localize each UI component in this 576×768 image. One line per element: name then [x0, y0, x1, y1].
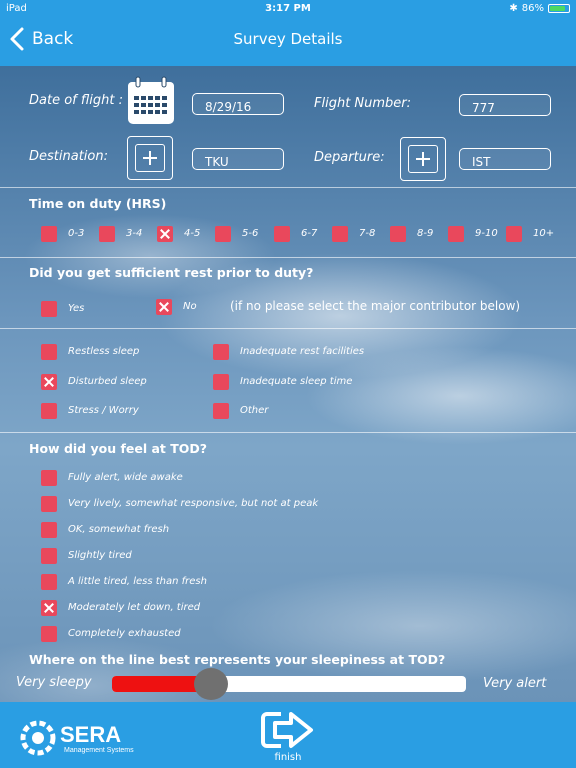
exit-arrow-icon: [261, 712, 313, 748]
departure-label: Departure:: [314, 150, 385, 165]
destination-label: Destination:: [29, 149, 108, 164]
rest-question-title: Did you get sufficient rest prior to dut…: [29, 265, 314, 280]
very-sleepy-label: Very sleepy: [16, 675, 92, 690]
duty-label-7-8: 7-8: [359, 228, 376, 239]
battery-percent: 86%: [521, 3, 544, 14]
feel-checkbox[interactable]: [41, 522, 57, 538]
battery-fill: [550, 6, 566, 11]
feel-checkbox[interactable]: [41, 496, 57, 512]
duty-checkbox-4-5[interactable]: [157, 226, 173, 242]
rest-note: (if no please select the major contribut…: [230, 299, 521, 313]
duty-label-8-9: 8-9: [417, 228, 434, 239]
contributor-label: Inadequate sleep time: [240, 376, 353, 387]
duty-checkbox-6-7[interactable]: [274, 226, 290, 242]
calendar-icon[interactable]: [126, 76, 176, 126]
feel-checkbox[interactable]: [41, 548, 57, 564]
flight-number-label: Flight Number:: [314, 96, 412, 111]
duty-checkbox-3-4[interactable]: [99, 226, 115, 242]
status-bar: iPad 3:17 PM ✱ 86%: [0, 0, 576, 18]
sleepiness-slider-track[interactable]: [112, 676, 466, 692]
duty-checkbox-7-8[interactable]: [332, 226, 348, 242]
flight-number-field[interactable]: 777: [459, 94, 551, 116]
plus-icon: [408, 145, 438, 173]
duty-checkbox-5-6[interactable]: [215, 226, 231, 242]
duty-label-5-6: 5-6: [242, 228, 259, 239]
feel-label: OK, somewhat fresh: [68, 524, 170, 535]
plus-icon: [135, 144, 165, 172]
status-right: ✱ 86%: [509, 3, 570, 14]
contributor-label: Inadequate rest facilities: [240, 346, 365, 357]
duty-label-3-4: 3-4: [126, 228, 143, 239]
feel-label: Moderately let down, tired: [68, 602, 201, 613]
sleepiness-slider-knob[interactable]: [194, 668, 229, 700]
contributor-label: Restless sleep: [68, 346, 140, 357]
logo-text: SERA: [60, 722, 121, 747]
duty-label-6-7: 6-7: [301, 228, 318, 239]
sera-logo: SERA Management Systems: [20, 720, 134, 756]
feel-checkbox[interactable]: [41, 626, 57, 642]
logo-subtext: Management Systems: [64, 747, 134, 754]
duty-checkbox-8-9[interactable]: [390, 226, 406, 242]
rest-yes-label: Yes: [68, 303, 85, 314]
feel-label: Completely exhausted: [68, 628, 181, 639]
destination-field[interactable]: TKU: [192, 148, 284, 170]
feel-label: A little tired, less than fresh: [68, 576, 207, 587]
contributor-checkbox[interactable]: [213, 374, 229, 390]
divider: [0, 257, 576, 258]
contributor-label: Stress / Worry: [68, 405, 139, 416]
very-alert-label: Very alert: [483, 676, 547, 691]
divider: [0, 432, 576, 433]
add-destination-button[interactable]: [127, 136, 173, 180]
duty-label-0-3: 0-3: [68, 228, 85, 239]
duty-label-4-5: 4-5: [184, 228, 201, 239]
feel-label: Slightly tired: [68, 550, 132, 561]
sleepiness-question-title: Where on the line best represents your s…: [29, 652, 446, 667]
contributor-label: Other: [240, 405, 269, 416]
duty-checkbox-9-10[interactable]: [448, 226, 464, 242]
duty-label-9-10: 9-10: [475, 228, 498, 239]
contributor-checkbox[interactable]: [213, 344, 229, 360]
finish-label: finish: [274, 752, 302, 763]
feel-checkbox[interactable]: [41, 600, 57, 616]
feel-label: Very lively, somewhat responsive, but no…: [68, 498, 319, 509]
contributor-checkbox[interactable]: [41, 403, 57, 419]
feel-question-title: How did you feel at TOD?: [29, 441, 208, 456]
rest-no-checkbox[interactable]: [156, 299, 172, 315]
duty-checkbox-0-3[interactable]: [41, 226, 57, 242]
divider: [0, 328, 576, 329]
departure-field[interactable]: IST: [459, 148, 551, 170]
duty-checkbox-10+[interactable]: [506, 226, 522, 242]
date-of-flight-label: Date of flight :: [29, 93, 123, 108]
add-departure-button[interactable]: [400, 137, 446, 181]
feel-checkbox[interactable]: [41, 574, 57, 590]
page-title: Survey Details: [233, 30, 343, 48]
contributor-checkbox[interactable]: [41, 374, 57, 390]
contributor-checkbox[interactable]: [213, 403, 229, 419]
contributor-checkbox[interactable]: [41, 344, 57, 360]
bluetooth-icon: ✱: [509, 3, 518, 14]
rest-yes-checkbox[interactable]: [41, 301, 57, 317]
clock: 3:17 PM: [265, 3, 311, 14]
rest-no-label: No: [183, 301, 197, 312]
battery-icon: [548, 4, 570, 13]
divider: [0, 187, 576, 188]
feel-checkbox[interactable]: [41, 470, 57, 486]
date-field[interactable]: 8/29/16: [192, 93, 284, 115]
contributor-label: Disturbed sleep: [68, 376, 147, 387]
top-bar: iPad 3:17 PM ✱ 86% Back Survey Details: [0, 0, 576, 66]
time-on-duty-title: Time on duty (HRS): [29, 196, 167, 211]
duty-label-10+: 10+: [533, 228, 555, 239]
feel-label: Fully alert, wide awake: [68, 472, 183, 483]
